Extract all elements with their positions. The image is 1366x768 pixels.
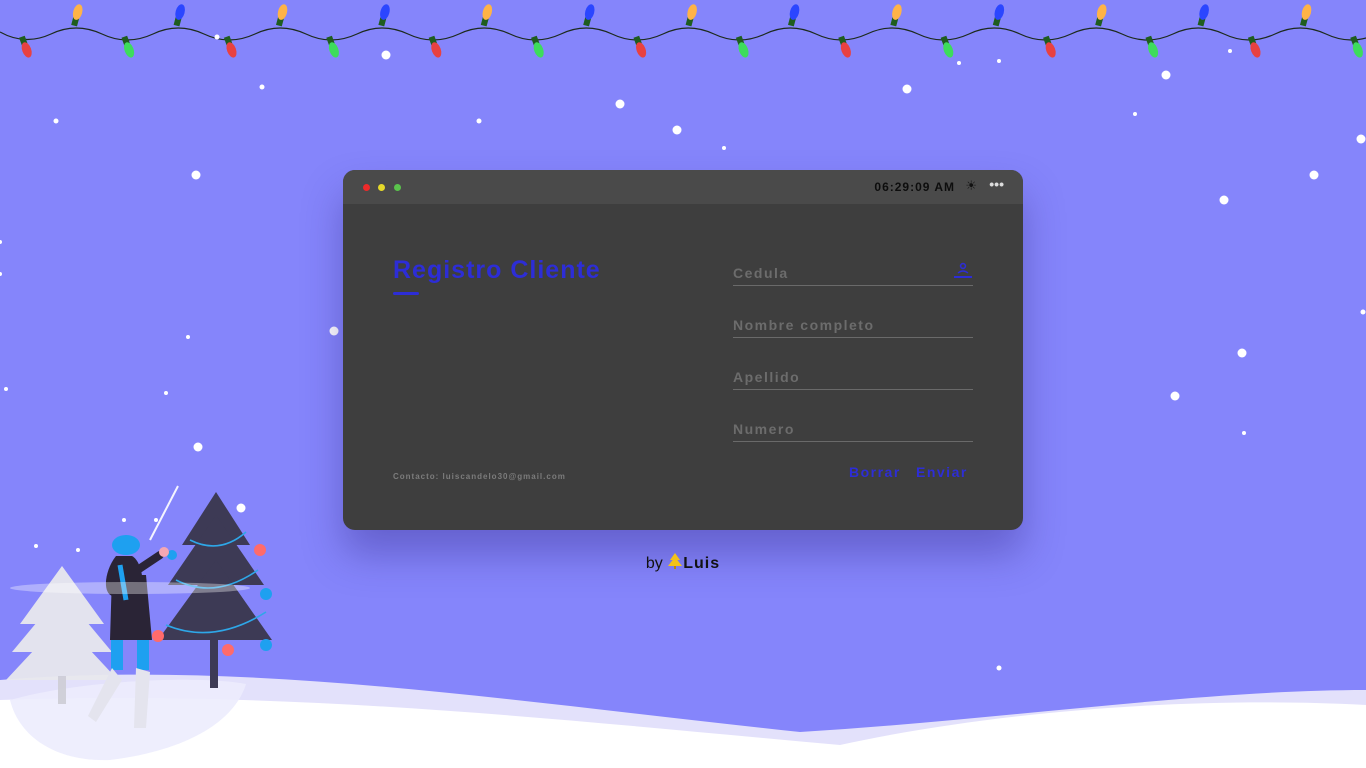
snowflake xyxy=(672,125,682,135)
numero-input[interactable] xyxy=(733,410,973,441)
light-bulb xyxy=(992,4,1005,27)
snowflake xyxy=(186,335,190,339)
close-dot[interactable] xyxy=(363,184,370,191)
snowflake xyxy=(0,272,2,276)
snowflake xyxy=(1237,348,1247,358)
light-bulb xyxy=(1095,4,1107,27)
snowflake xyxy=(1133,112,1137,116)
snowflake xyxy=(0,240,2,244)
apellido-field xyxy=(733,358,973,390)
snowflake xyxy=(214,34,220,40)
light-bulb xyxy=(1299,4,1312,27)
snowflake xyxy=(722,146,726,150)
snowflake xyxy=(381,50,391,60)
snowflake xyxy=(1219,195,1229,205)
more-icon[interactable]: ••• xyxy=(989,176,1004,192)
snowflake xyxy=(1242,431,1246,435)
christmas-lights-garland xyxy=(0,4,1366,58)
snowflake xyxy=(476,118,482,124)
author-credit: by Luis xyxy=(0,552,1366,573)
snowflake xyxy=(1360,309,1366,315)
light-bulb xyxy=(531,35,544,58)
numero-field xyxy=(733,410,973,442)
light-bulb xyxy=(583,4,595,27)
snowflake xyxy=(1161,70,1171,80)
clock-display: 06:29:09 AM xyxy=(874,180,955,194)
credit-author: Luis xyxy=(683,555,721,572)
cedula-field xyxy=(733,254,973,286)
snowflake xyxy=(4,387,8,391)
form-title: Registro Cliente xyxy=(393,256,601,284)
light-bulb xyxy=(378,4,390,27)
cedula-input[interactable] xyxy=(733,254,973,285)
light-bulb xyxy=(787,4,800,27)
light-bulb xyxy=(173,4,185,27)
snowflake xyxy=(902,84,912,94)
snowflake xyxy=(1356,134,1366,144)
snowflake xyxy=(615,99,625,109)
light-bulb xyxy=(71,4,83,27)
light-bulb xyxy=(428,35,442,58)
registration-window: 06:29:09 AM ☀ ••• Registro Cliente Conta… xyxy=(343,170,1023,530)
window-titlebar: 06:29:09 AM ☀ ••• xyxy=(343,170,1023,204)
light-bulb xyxy=(1197,4,1209,27)
light-bulb xyxy=(121,35,135,58)
tree-icon xyxy=(668,553,683,569)
snowflake xyxy=(164,391,168,395)
title-underline xyxy=(393,292,419,295)
credit-by: by xyxy=(645,555,663,572)
light-bulb xyxy=(19,35,32,58)
sun-icon[interactable]: ☀ xyxy=(965,178,977,194)
snowflake xyxy=(957,61,961,65)
snowflake xyxy=(259,84,265,90)
reset-button[interactable]: Borrar xyxy=(849,464,901,480)
nombre-field xyxy=(733,306,973,338)
snowflake xyxy=(236,503,246,513)
snowflake xyxy=(996,665,1002,671)
snowflake xyxy=(154,518,158,522)
light-bulb xyxy=(326,35,339,58)
snowflake xyxy=(193,442,203,452)
snowflake xyxy=(34,544,38,548)
light-bulb xyxy=(890,4,902,27)
minimize-dot[interactable] xyxy=(378,184,385,191)
snowflake xyxy=(329,326,339,336)
nombre-input[interactable] xyxy=(733,306,973,337)
garland-wire xyxy=(0,27,1366,41)
snowflake xyxy=(997,59,1001,63)
snowflake xyxy=(53,118,59,124)
submit-button[interactable]: Enviar xyxy=(916,464,968,480)
light-bulb xyxy=(685,4,697,27)
light-bulb xyxy=(275,4,288,27)
contact-email: Contacto: luiscandelo30@gmail.com xyxy=(393,472,566,481)
snowflake xyxy=(191,170,201,180)
maximize-dot[interactable] xyxy=(394,184,401,191)
snowflake xyxy=(1170,391,1180,401)
apellido-input[interactable] xyxy=(733,358,973,389)
light-bulb xyxy=(480,4,493,27)
snowflake xyxy=(1309,170,1319,180)
light-bulb xyxy=(223,35,237,58)
snowflake xyxy=(122,518,126,522)
snowflake xyxy=(1228,49,1232,53)
user-icon xyxy=(954,262,972,278)
wind-swirl xyxy=(10,582,250,594)
